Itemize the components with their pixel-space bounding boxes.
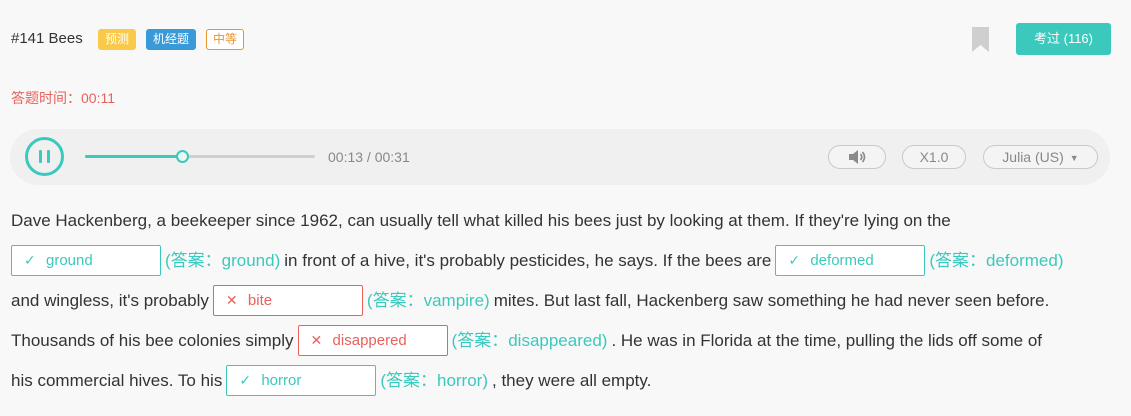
blank-value: deformed: [810, 251, 874, 269]
passed-count-button[interactable]: 考过 (116): [1016, 23, 1111, 55]
volume-button[interactable]: [828, 145, 886, 169]
correct-answer: (答案：horror): [380, 371, 488, 390]
check-icon: ✓: [239, 371, 252, 388]
passage-text: , they were all empty.: [492, 371, 652, 390]
tag-machine-exam: 机经题: [146, 29, 197, 50]
audio-progress-track[interactable]: [85, 150, 315, 163]
tag-difficulty: 中等: [206, 29, 245, 50]
passage-text: and wingless, it's probably: [11, 291, 209, 310]
tag-prediction: 预测: [98, 29, 137, 50]
check-icon: ✓: [788, 251, 801, 268]
correct-answer: (答案：disappeared): [451, 331, 608, 350]
correct-answer: (答案：deformed): [929, 251, 1064, 270]
voice-select[interactable]: Julia (US) ▼: [983, 145, 1098, 169]
bookmark-icon[interactable]: [972, 27, 989, 52]
audio-time: 00:13 / 00:31: [328, 149, 410, 165]
passage-text: Thousands of his bee colonies simply: [11, 331, 294, 350]
blank-value: ground: [46, 251, 93, 269]
blank-value: bite: [247, 291, 273, 309]
answer-blank-3[interactable]: ✕ bite: [212, 284, 363, 316]
check-icon: ✓: [24, 251, 36, 268]
passage-text: mites. But last fall, Hackenberg saw som…: [493, 291, 1050, 310]
blank-value: disappered: [332, 331, 407, 349]
pause-icon-bar: [47, 150, 50, 163]
caret-down-icon: ▼: [1069, 153, 1079, 163]
voice-label: Julia (US): [1002, 149, 1064, 165]
correct-answer: (答案：vampire): [366, 291, 490, 310]
pause-icon: [39, 150, 42, 163]
correct-answer: (答案：ground): [165, 251, 281, 270]
answer-blank-2[interactable]: ✓ deformed: [775, 244, 926, 276]
cross-icon: ✕: [310, 331, 323, 348]
answer-timer: 答题时间：00:11: [11, 90, 115, 106]
passage-text: in front of a hive, it's probably pestic…: [284, 251, 772, 270]
answer-blank-1[interactable]: ✓ ground: [11, 244, 161, 276]
cross-icon: ✕: [225, 291, 238, 308]
passage-text: his commercial hives. To his: [11, 371, 223, 390]
passage-line: ✓ ground (答案：ground) in front of a hive, it…: [11, 241, 1063, 281]
audio-player: 00:13 / 00:31 X1.0 Julia (US) ▼: [10, 129, 1110, 185]
passage-text: Dave Hackenberg, a beekeeper since 1962,…: [11, 211, 951, 230]
question-header: #141 Bees 预测 机经题 中等 考过 (116): [0, 0, 1131, 80]
passage-line: and wingless, it's probably ✕ bite (答案：vamp…: [11, 281, 1049, 321]
answer-blank-5[interactable]: ✓ horror: [226, 364, 377, 396]
blank-value: horror: [261, 371, 302, 389]
passage-line: his commercial hives. To his ✓ horror (答案：h…: [11, 361, 651, 401]
question-title: #141 Bees: [11, 30, 83, 47]
speed-button[interactable]: X1.0: [902, 145, 966, 169]
audio-progress-thumb[interactable]: [175, 150, 189, 163]
passage-line: Thousands of his bee colonies simply ✕ dis…: [11, 321, 1042, 361]
audio-progress-fill: [85, 155, 182, 158]
pause-button[interactable]: [25, 137, 64, 176]
answer-blank-4[interactable]: ✕ disappered: [297, 324, 448, 356]
volume-icon: [849, 150, 866, 164]
passage-text: . He was in Florida at the time, pulling…: [611, 331, 1043, 350]
passage-line: Dave Hackenberg, a beekeeper since 1962,…: [11, 201, 951, 241]
